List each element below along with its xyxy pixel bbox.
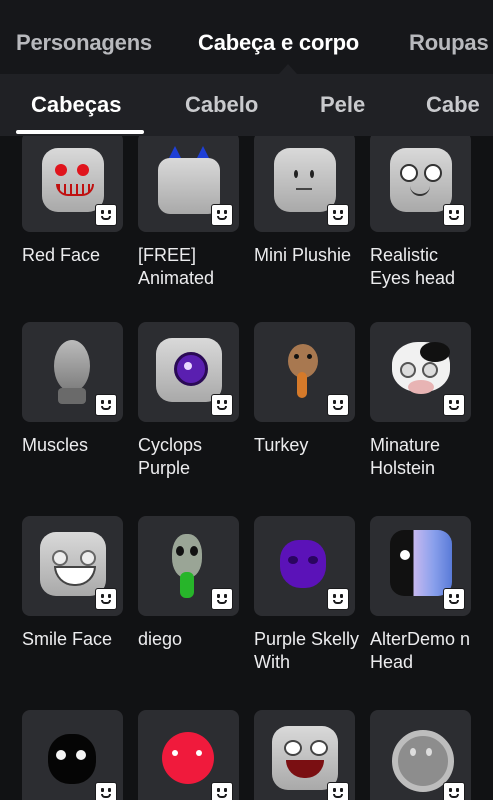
face-badge-icon	[211, 204, 233, 226]
face-badge-icon	[327, 782, 349, 800]
item-name: Smile Face	[22, 629, 113, 649]
item-card[interactable]	[22, 710, 126, 800]
item-card[interactable]: [FREE] Animated	[138, 136, 242, 290]
item-card[interactable]: Mini Plushie	[254, 136, 358, 267]
item-thumbnail[interactable]	[254, 516, 355, 616]
item-card[interactable]: Smile Face	[22, 516, 126, 651]
item-thumbnail[interactable]	[370, 136, 471, 232]
face-badge-icon	[211, 394, 233, 416]
item-card[interactable]: Cyclops Purple	[138, 322, 242, 480]
face-badge-icon	[443, 204, 465, 226]
item-thumbnail[interactable]	[254, 322, 355, 422]
item-thumbnail[interactable]	[370, 516, 471, 616]
tab-cabecas[interactable]: Cabeças	[31, 92, 122, 118]
item-name: Turkey	[254, 435, 309, 455]
face-badge-icon	[95, 204, 117, 226]
item-name: AlterDemo n Head	[370, 629, 471, 672]
item-thumbnail[interactable]	[138, 322, 239, 422]
face-badge-icon	[211, 782, 233, 800]
face-badge-icon	[211, 588, 233, 610]
active-tab-pointer	[279, 64, 297, 74]
item-thumbnail[interactable]	[22, 136, 123, 232]
face-badge-icon	[327, 204, 349, 226]
subcategory-tab-bar: Cabeças Cabelo Pele Cabe	[0, 74, 493, 136]
item-card[interactable]	[138, 710, 242, 800]
tab-personagens[interactable]: Personagens	[16, 30, 152, 56]
item-thumbnail[interactable]	[22, 322, 123, 422]
item-name: diego	[138, 629, 183, 649]
item-card[interactable]: AlterDemo n Head	[370, 516, 474, 674]
tab-pele[interactable]: Pele	[320, 92, 365, 118]
item-grid: Red Face [FREE] Animated Mini Plushie Re…	[0, 136, 493, 800]
item-name: Purple Skelly With	[254, 629, 360, 672]
face-badge-icon	[327, 588, 349, 610]
item-card[interactable]	[254, 710, 358, 800]
item-card[interactable]: Turkey	[254, 322, 358, 457]
face-badge-icon	[443, 782, 465, 800]
item-name: [FREE] Animated	[138, 245, 215, 288]
item-thumbnail[interactable]	[370, 710, 471, 800]
category-tab-bar: Personagens Cabeça e corpo Roupas	[0, 0, 493, 74]
item-card[interactable]: Muscles	[22, 322, 126, 457]
item-name: Cyclops Purple	[138, 435, 203, 478]
item-name: Realistic Eyes head	[370, 245, 456, 288]
item-name: Minature Holstein	[370, 435, 441, 478]
tab-cabelo[interactable]: Cabelo	[185, 92, 258, 118]
tab-cabe[interactable]: Cabe	[426, 92, 480, 118]
active-tab-underline	[16, 130, 144, 134]
item-card[interactable]: Realistic Eyes head	[370, 136, 474, 290]
face-badge-icon	[443, 394, 465, 416]
item-thumbnail[interactable]	[138, 136, 239, 232]
item-card[interactable]	[370, 710, 474, 800]
item-card[interactable]: Red Face	[22, 136, 126, 267]
item-thumbnail[interactable]	[370, 322, 471, 422]
item-name: Mini Plushie	[254, 245, 352, 265]
face-badge-icon	[95, 588, 117, 610]
face-badge-icon	[443, 588, 465, 610]
item-name: Red Face	[22, 245, 101, 265]
tab-roupas[interactable]: Roupas	[409, 30, 489, 56]
item-thumbnail[interactable]	[138, 710, 239, 800]
item-thumbnail[interactable]	[22, 710, 123, 800]
face-badge-icon	[95, 394, 117, 416]
item-thumbnail[interactable]	[138, 516, 239, 616]
item-card[interactable]: diego	[138, 516, 242, 651]
item-name: Muscles	[22, 435, 89, 455]
item-card[interactable]: Purple Skelly With	[254, 516, 359, 674]
face-badge-icon	[95, 782, 117, 800]
item-thumbnail[interactable]	[254, 710, 355, 800]
item-card[interactable]: Minature Holstein	[370, 322, 474, 480]
face-badge-icon	[327, 394, 349, 416]
item-thumbnail[interactable]	[22, 516, 123, 616]
tab-cabeca-e-corpo[interactable]: Cabeça e corpo	[198, 30, 359, 56]
item-thumbnail[interactable]	[254, 136, 355, 232]
